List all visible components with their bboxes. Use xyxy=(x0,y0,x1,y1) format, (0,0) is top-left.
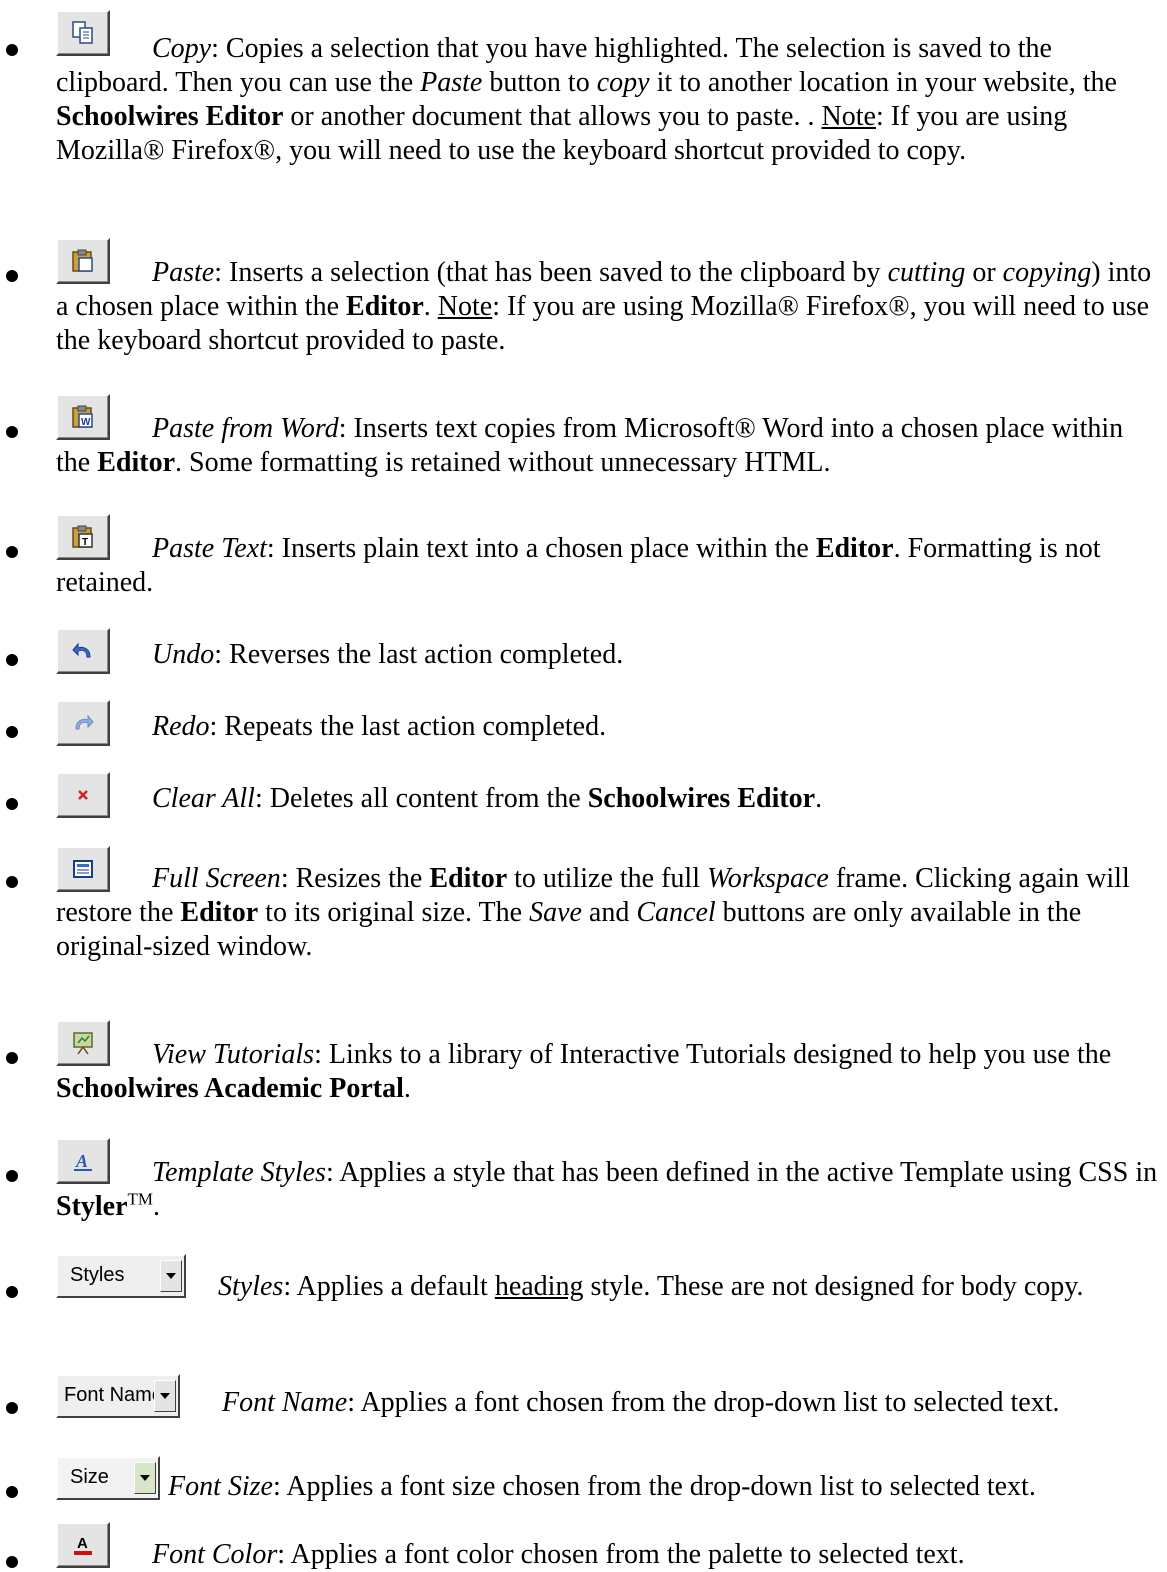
item-description: Copy: Copies a selection that you have h… xyxy=(56,33,1117,166)
bullet xyxy=(6,876,18,888)
item-description: View Tutorials: Links to a library of In… xyxy=(56,1039,1112,1104)
item-name: Full Screen xyxy=(152,863,281,894)
item-description: Font Size: Applies a font size chosen fr… xyxy=(168,1471,1036,1502)
bullet xyxy=(6,1286,18,1298)
item-name: Font Size xyxy=(168,1471,273,1502)
item-description: Redo: Repeats the last action completed. xyxy=(152,711,607,742)
bullet xyxy=(6,426,18,438)
item-name: Clear All xyxy=(152,783,255,814)
item-description: Template Styles: Applies a style that ha… xyxy=(56,1157,1158,1222)
item-description: Clear All: Deletes all content from the … xyxy=(152,783,823,814)
bullet xyxy=(6,798,18,810)
item-name: Paste from Word xyxy=(152,413,339,444)
item-name: View Tutorials xyxy=(152,1039,315,1070)
item-description: Full Screen: Resizes the Editor to utili… xyxy=(56,863,1130,962)
bullet xyxy=(6,44,18,56)
item-description: Undo: Reverses the last action completed… xyxy=(152,639,624,670)
bullet xyxy=(6,654,18,666)
item-name: Undo xyxy=(152,639,215,670)
item-description: Paste from Word: Inserts text copies fro… xyxy=(56,413,1124,478)
item-name: Font Name xyxy=(222,1387,348,1418)
bullet xyxy=(6,1402,18,1414)
item-description: Paste: Inserts a selection (that has bee… xyxy=(56,257,1152,356)
item-name: Copy xyxy=(152,33,212,64)
item-description: Font Color: Applies a font color chosen … xyxy=(152,1539,965,1570)
bullet xyxy=(6,1486,18,1498)
item-description: Paste Text: Inserts plain text into a ch… xyxy=(56,533,1101,598)
item-name: Redo xyxy=(152,711,210,742)
bullet xyxy=(6,546,18,558)
item-description: Font Name: Applies a font chosen from th… xyxy=(222,1387,1060,1418)
item-description: Styles: Applies a default heading style.… xyxy=(218,1271,1084,1302)
bullet xyxy=(6,726,18,738)
bullet xyxy=(6,1052,18,1064)
item-name: Font Color xyxy=(152,1539,278,1570)
bullet xyxy=(6,1170,18,1182)
item-name: Paste Text xyxy=(152,533,267,564)
item-name: Template Styles xyxy=(152,1157,326,1188)
bullet xyxy=(6,270,18,282)
item-name: Paste xyxy=(152,257,215,288)
item-name: Styles xyxy=(218,1271,284,1302)
bullet xyxy=(6,1556,18,1568)
